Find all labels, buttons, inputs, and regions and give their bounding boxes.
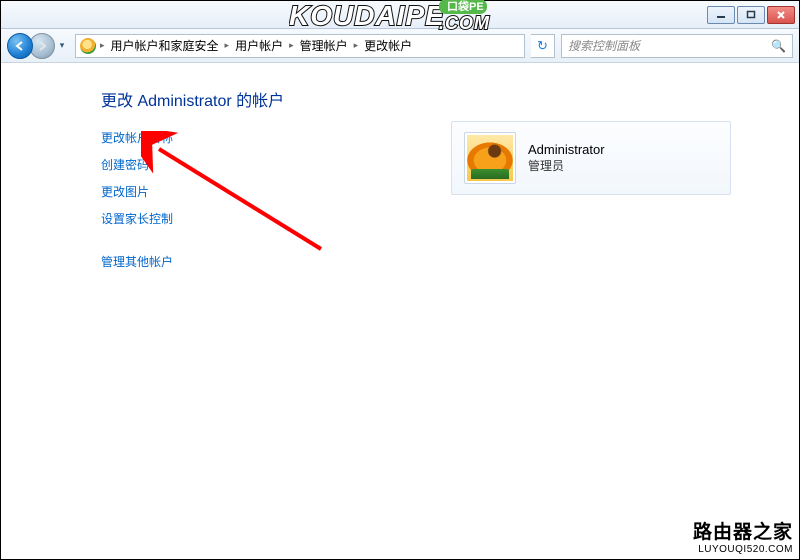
refresh-button[interactable]: ↻ (531, 34, 555, 58)
account-name: Administrator (528, 142, 605, 157)
breadcrumb-item[interactable]: 更改帐户 (362, 37, 414, 54)
link-manage-other-accounts[interactable]: 管理其他帐户 (101, 253, 759, 270)
breadcrumb-item[interactable]: 用户帐户和家庭安全 (109, 37, 221, 54)
minimize-icon (716, 10, 726, 20)
history-dropdown[interactable]: ▾ (55, 35, 69, 57)
link-parental-controls[interactable]: 设置家长控制 (101, 210, 759, 227)
minimize-button[interactable] (707, 6, 735, 24)
maximize-icon (746, 10, 756, 20)
nav-history-buttons: ▾ (7, 33, 69, 59)
refresh-icon: ↻ (537, 38, 548, 54)
arrow-right-icon (36, 40, 48, 52)
account-card: Administrator 管理员 (451, 121, 731, 195)
account-role: 管理员 (528, 157, 605, 174)
page-title: 更改 Administrator 的帐户 (101, 87, 759, 111)
search-placeholder: 搜索控制面板 (568, 37, 640, 54)
breadcrumb[interactable]: ▸ 用户帐户和家庭安全 ▸ 用户帐户 ▸ 管理帐户 ▸ 更改帐户 (75, 34, 525, 58)
arrow-left-icon (14, 40, 26, 52)
breadcrumb-item[interactable]: 管理帐户 (298, 37, 350, 54)
close-button[interactable] (767, 6, 795, 24)
list-spacer (101, 237, 759, 243)
close-icon (776, 10, 786, 20)
window-titlebar (1, 1, 799, 29)
avatar (467, 135, 513, 181)
search-input[interactable]: 搜索控制面板 🔍 (561, 34, 793, 58)
avatar-frame (464, 132, 516, 184)
search-icon: 🔍 (771, 39, 786, 53)
window-buttons (707, 6, 795, 24)
control-panel-icon (80, 38, 96, 54)
navigation-bar: ▾ ▸ 用户帐户和家庭安全 ▸ 用户帐户 ▸ 管理帐户 ▸ 更改帐户 ↻ 搜索控… (1, 29, 799, 63)
chevron-right-icon: ▸ (98, 40, 107, 51)
chevron-right-icon: ▸ (287, 40, 296, 51)
back-button[interactable] (7, 33, 33, 59)
chevron-right-icon: ▸ (223, 40, 232, 51)
chevron-right-icon: ▸ (352, 40, 361, 51)
account-info: Administrator 管理员 (528, 142, 605, 174)
maximize-button[interactable] (737, 6, 765, 24)
breadcrumb-item[interactable]: 用户帐户 (233, 37, 285, 54)
